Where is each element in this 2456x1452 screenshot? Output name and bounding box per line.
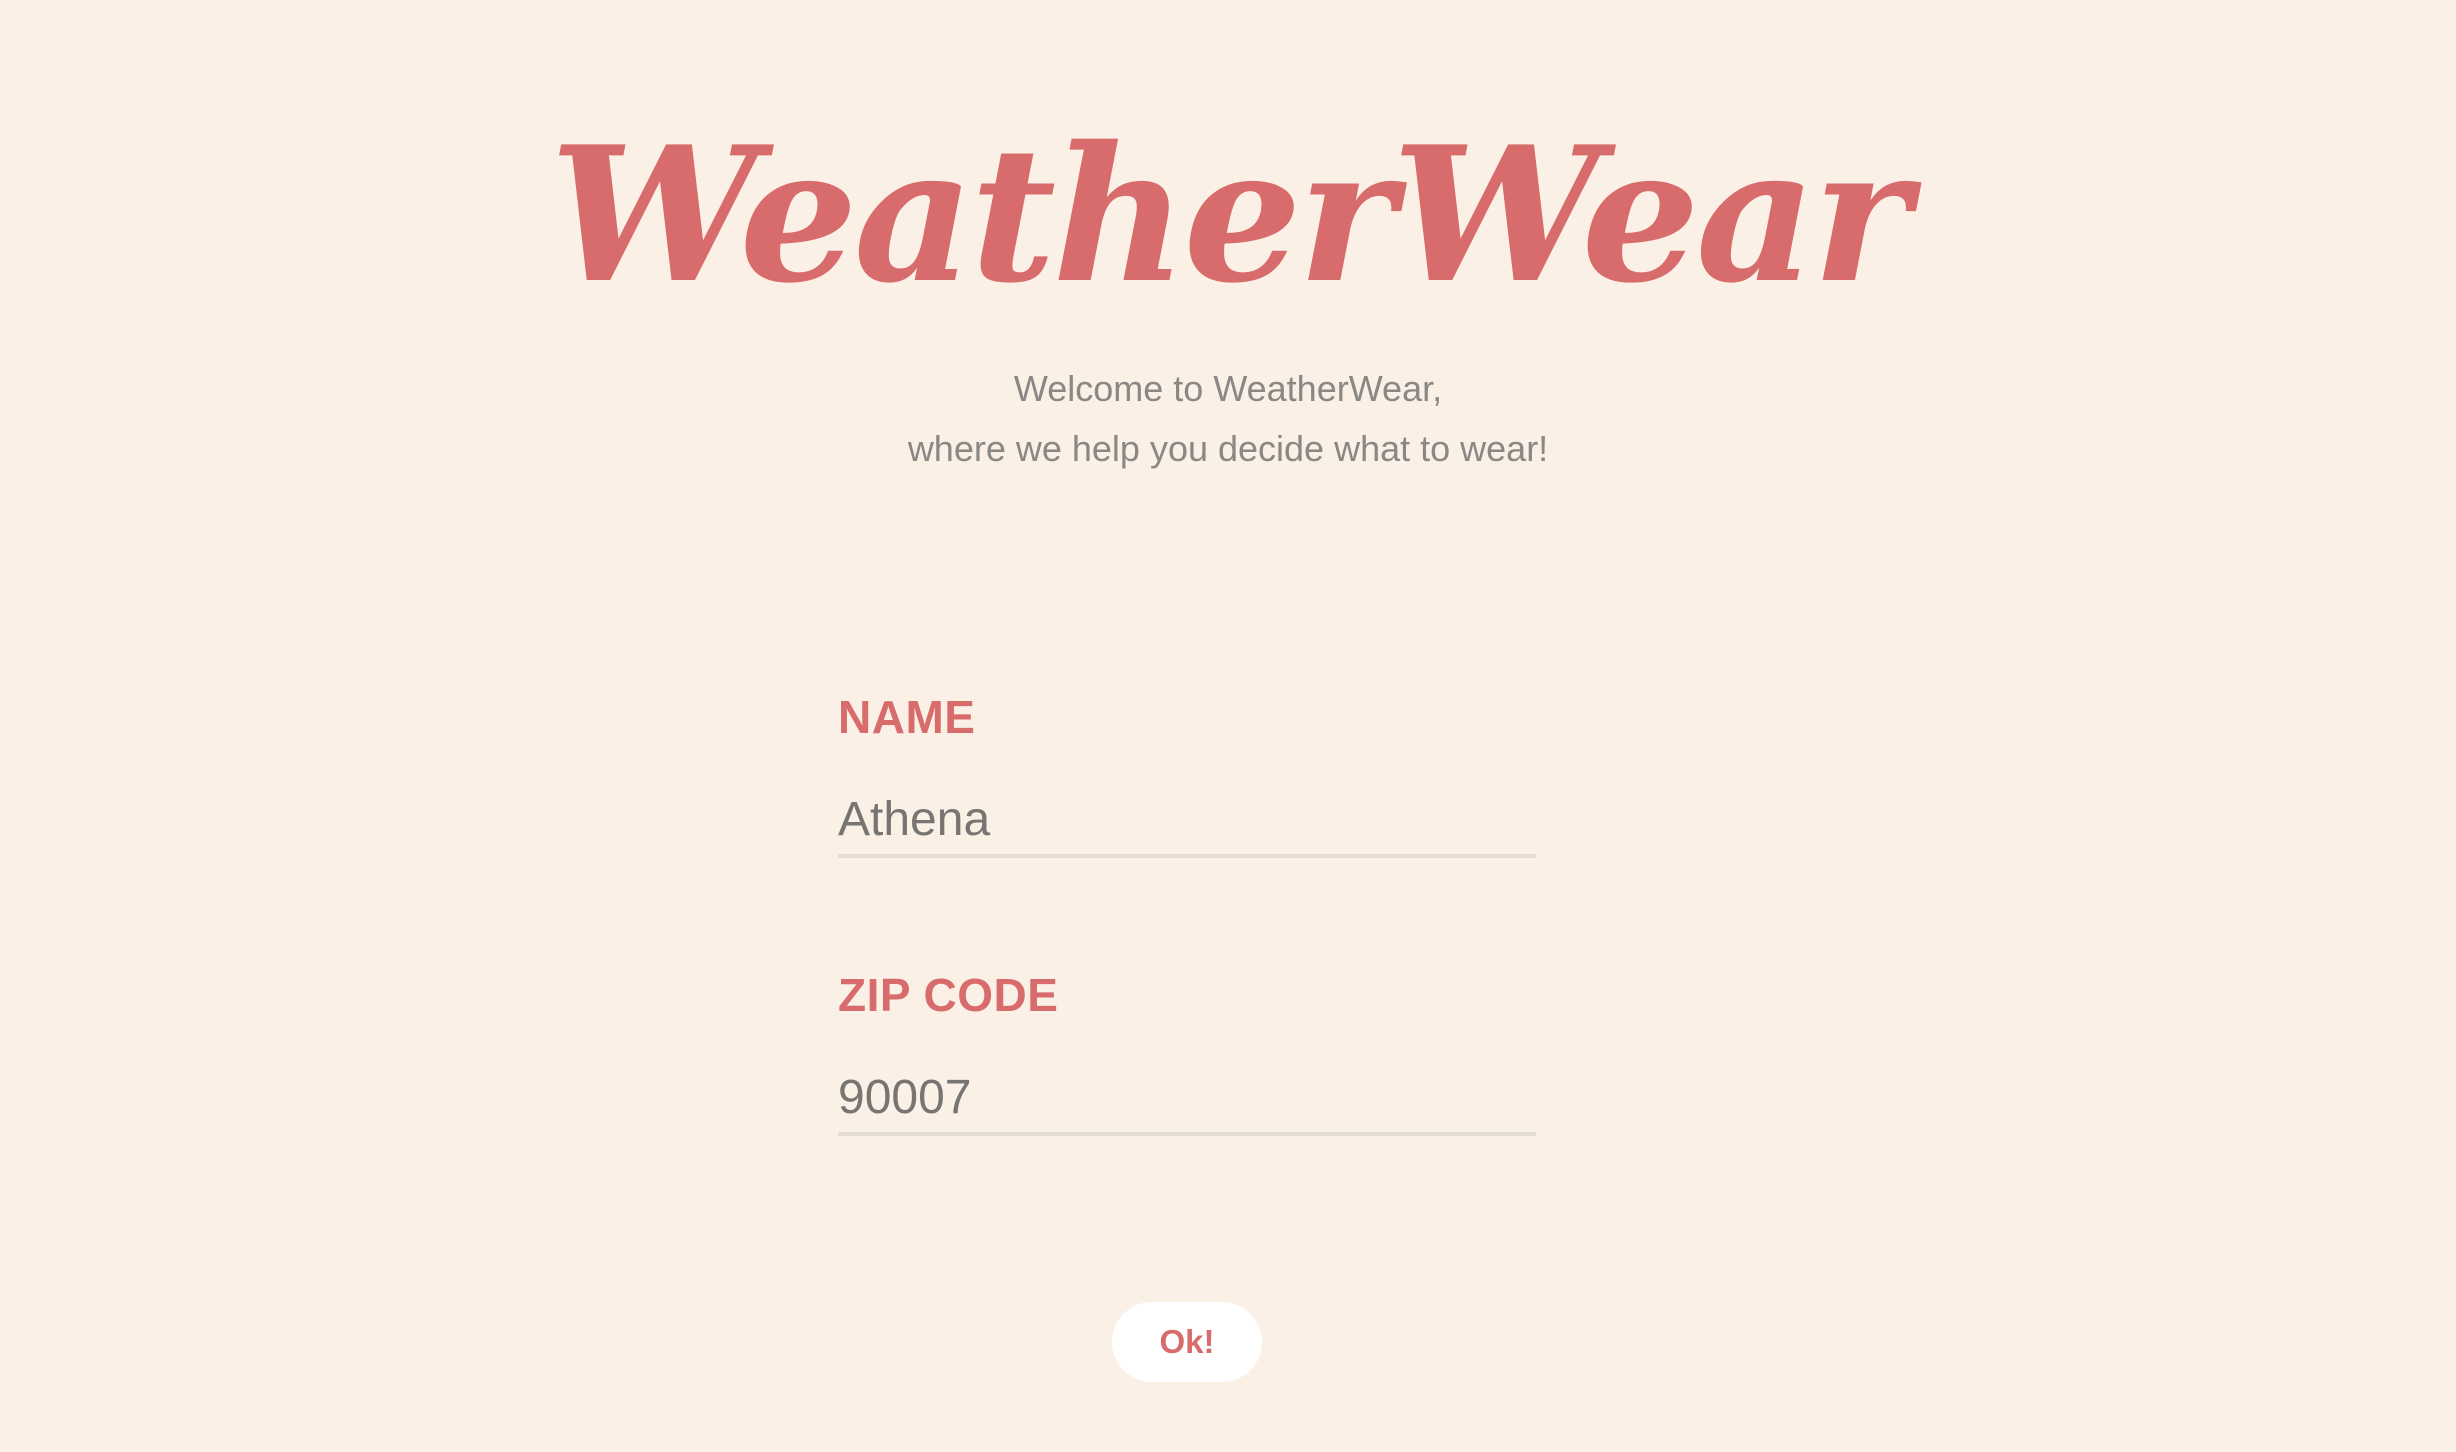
welcome-subtext: where we help you decide what to wear! bbox=[907, 428, 1549, 469]
name-input[interactable] bbox=[838, 784, 1536, 858]
ok-button[interactable]: Ok! bbox=[1112, 1302, 1262, 1382]
welcome-text: Welcome to WeatherWear, bbox=[1013, 368, 1443, 409]
app-logo: WeatherWear bbox=[549, 105, 1911, 324]
zip-code-label: ZIP CODE bbox=[838, 969, 1059, 1021]
zip-code-input[interactable] bbox=[838, 1062, 1536, 1136]
name-label: NAME bbox=[838, 691, 976, 743]
